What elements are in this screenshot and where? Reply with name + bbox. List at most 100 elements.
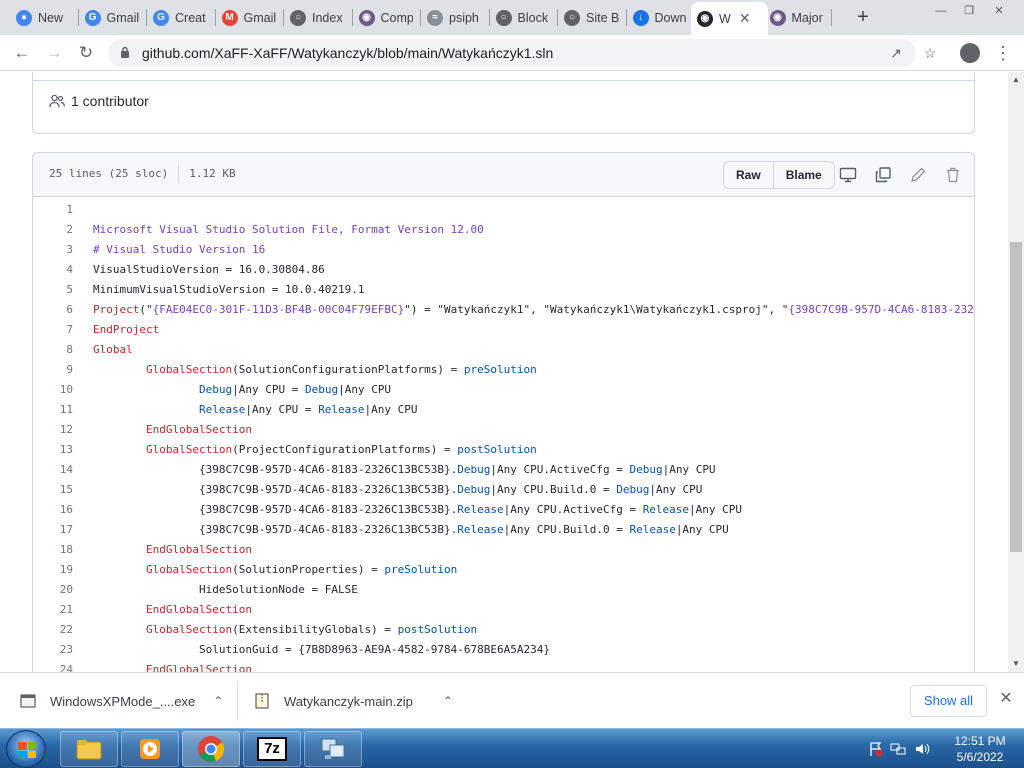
line-number[interactable]: 21 bbox=[33, 600, 73, 620]
scroll-down-arrow-icon[interactable]: ▼ bbox=[1008, 656, 1024, 672]
line-number[interactable]: 6 bbox=[33, 300, 73, 320]
tab-1[interactable]: G Gmail bbox=[79, 4, 146, 31]
contributors-link[interactable]: 1 contributor bbox=[49, 93, 149, 109]
tab-7[interactable]: ○ Block bbox=[490, 4, 557, 31]
line-number[interactable]: 19 bbox=[33, 560, 73, 580]
show-all-button[interactable]: Show all bbox=[910, 685, 987, 717]
code-token: Release bbox=[318, 403, 365, 416]
line-number[interactable]: 24 bbox=[33, 660, 73, 672]
line-number[interactable]: 4 bbox=[33, 260, 73, 280]
desktop-icon[interactable] bbox=[839, 166, 857, 184]
tab-label[interactable]: W bbox=[719, 12, 731, 26]
line-number[interactable]: 9 bbox=[33, 360, 73, 380]
raw-button[interactable]: Raw bbox=[724, 162, 773, 188]
tab-label[interactable]: Gmail bbox=[107, 11, 140, 25]
chrome-icon[interactable] bbox=[182, 731, 240, 767]
browser-menu-icon[interactable]: ⋮ bbox=[994, 41, 1012, 65]
download-item-2[interactable]: Watykanczyk-main.zip ⌃ bbox=[254, 673, 453, 729]
network-icon[interactable] bbox=[890, 741, 906, 757]
bookmark-star-icon[interactable]: ☆ bbox=[920, 43, 940, 63]
tab-label[interactable]: Major bbox=[792, 11, 823, 25]
line-number[interactable]: 11 bbox=[33, 400, 73, 420]
divider bbox=[237, 681, 238, 721]
tab-label[interactable]: Block bbox=[518, 11, 549, 25]
tab-8[interactable]: ○ Site B bbox=[558, 4, 625, 31]
tab-2[interactable]: G Creat bbox=[147, 4, 214, 31]
code-token: Microsoft Visual Studio Solution File, F… bbox=[93, 223, 484, 236]
scroll-thumb[interactable] bbox=[1010, 242, 1022, 552]
download-filename-2[interactable]: Watykanczyk-main.zip bbox=[284, 694, 413, 709]
volume-icon[interactable] bbox=[914, 741, 930, 757]
restore-button[interactable]: ❐ bbox=[956, 2, 982, 18]
close-tab-icon[interactable]: ✕ bbox=[739, 10, 751, 27]
line-number[interactable]: 15 bbox=[33, 480, 73, 500]
tab-3[interactable]: M Gmail bbox=[216, 4, 283, 31]
action-center-flag-icon[interactable] bbox=[868, 741, 884, 757]
line-number[interactable]: 7 bbox=[33, 320, 73, 340]
line-number[interactable]: 12 bbox=[33, 420, 73, 440]
contributors-count[interactable]: 1 contributor bbox=[71, 93, 149, 109]
tab-0[interactable]: ● New bbox=[10, 4, 77, 31]
line-number[interactable]: 14 bbox=[33, 460, 73, 480]
scroll-up-arrow-icon[interactable]: ▲ bbox=[1008, 72, 1024, 88]
trash-icon[interactable] bbox=[944, 166, 962, 184]
tab-label[interactable]: Down bbox=[655, 11, 687, 25]
tab-9[interactable]: ↓ Down bbox=[627, 4, 694, 31]
tab-label[interactable]: Index bbox=[312, 11, 343, 25]
forward-arrow-icon[interactable]: → bbox=[42, 41, 66, 65]
line-number[interactable]: 17 bbox=[33, 520, 73, 540]
system-clock[interactable]: 12:51 PM 5/6/2022 bbox=[948, 733, 1012, 765]
line-number[interactable]: 5 bbox=[33, 280, 73, 300]
line-number[interactable]: 2 bbox=[33, 220, 73, 240]
reload-icon[interactable]: ↻ bbox=[74, 41, 98, 65]
back-arrow-icon[interactable]: ← bbox=[10, 41, 34, 65]
blame-button[interactable]: Blame bbox=[772, 162, 834, 188]
tab-10[interactable]: ◉ W ✕ bbox=[691, 2, 768, 35]
tab-label[interactable]: Comp bbox=[381, 11, 414, 25]
line-number[interactable]: 10 bbox=[33, 380, 73, 400]
tab-5[interactable]: ◉ Comp bbox=[353, 4, 420, 31]
media-player-icon[interactable] bbox=[121, 731, 179, 767]
line-number[interactable]: 8 bbox=[33, 340, 73, 360]
code-token: EndGlobalSection bbox=[145, 423, 252, 436]
line-number[interactable]: 22 bbox=[33, 620, 73, 640]
tab-label[interactable]: New bbox=[38, 11, 63, 25]
network-app-icon[interactable] bbox=[304, 731, 362, 767]
page-scrollbar[interactable]: ▲ ▼ bbox=[1008, 72, 1024, 672]
tab-label[interactable]: psiph bbox=[449, 11, 479, 25]
minimize-button[interactable]: — bbox=[928, 2, 954, 18]
tab-11[interactable]: ◉ Major bbox=[764, 4, 831, 31]
system-tray: 12:51 PM 5/6/2022 bbox=[862, 729, 1024, 768]
tab-6[interactable]: ≈ psiph bbox=[421, 4, 488, 31]
tab-4[interactable]: ○ Index bbox=[284, 4, 351, 31]
line-number[interactable]: 3 bbox=[33, 240, 73, 260]
explorer-icon[interactable] bbox=[60, 731, 118, 767]
close-window-button[interactable]: ✕ bbox=[986, 2, 1012, 18]
code-line: 4 VisualStudioVersion = 16.0.30804.86 bbox=[33, 260, 974, 280]
share-icon[interactable]: ↗ bbox=[886, 43, 906, 63]
tab-label[interactable]: Gmail bbox=[244, 11, 277, 25]
line-number[interactable]: 13 bbox=[33, 440, 73, 460]
copy-icon[interactable] bbox=[874, 166, 892, 184]
download-filename-1[interactable]: WindowsXPMode_....exe bbox=[50, 694, 195, 709]
7zip-icon[interactable]: 7z bbox=[243, 731, 301, 767]
line-number[interactable]: 16 bbox=[33, 500, 73, 520]
address-bar[interactable]: github.com/XaFF-XaFF/Watykanczyk/blob/ma… bbox=[108, 39, 936, 67]
lock-icon[interactable] bbox=[120, 46, 130, 58]
line-number[interactable]: 18 bbox=[33, 540, 73, 560]
pencil-icon[interactable] bbox=[909, 166, 927, 184]
new-tab-button[interactable]: + bbox=[852, 6, 874, 28]
start-button[interactable] bbox=[6, 730, 46, 768]
chevron-up-icon[interactable]: ⌃ bbox=[213, 694, 223, 708]
download-item-1[interactable]: WindowsXPMode_....exe ⌃ bbox=[20, 673, 223, 729]
line-number[interactable]: 20 bbox=[33, 580, 73, 600]
profile-avatar-icon[interactable] bbox=[960, 43, 980, 63]
line-number[interactable]: 1 bbox=[33, 200, 73, 220]
tab-label[interactable]: Creat bbox=[175, 11, 206, 25]
google-icon: G bbox=[84, 9, 101, 26]
close-icon[interactable]: ✕ bbox=[996, 689, 1016, 709]
chevron-up-icon[interactable]: ⌃ bbox=[443, 694, 453, 708]
url-text[interactable]: github.com/XaFF-XaFF/Watykanczyk/blob/ma… bbox=[142, 45, 553, 61]
tab-label[interactable]: Site B bbox=[586, 11, 619, 25]
line-number[interactable]: 23 bbox=[33, 640, 73, 660]
